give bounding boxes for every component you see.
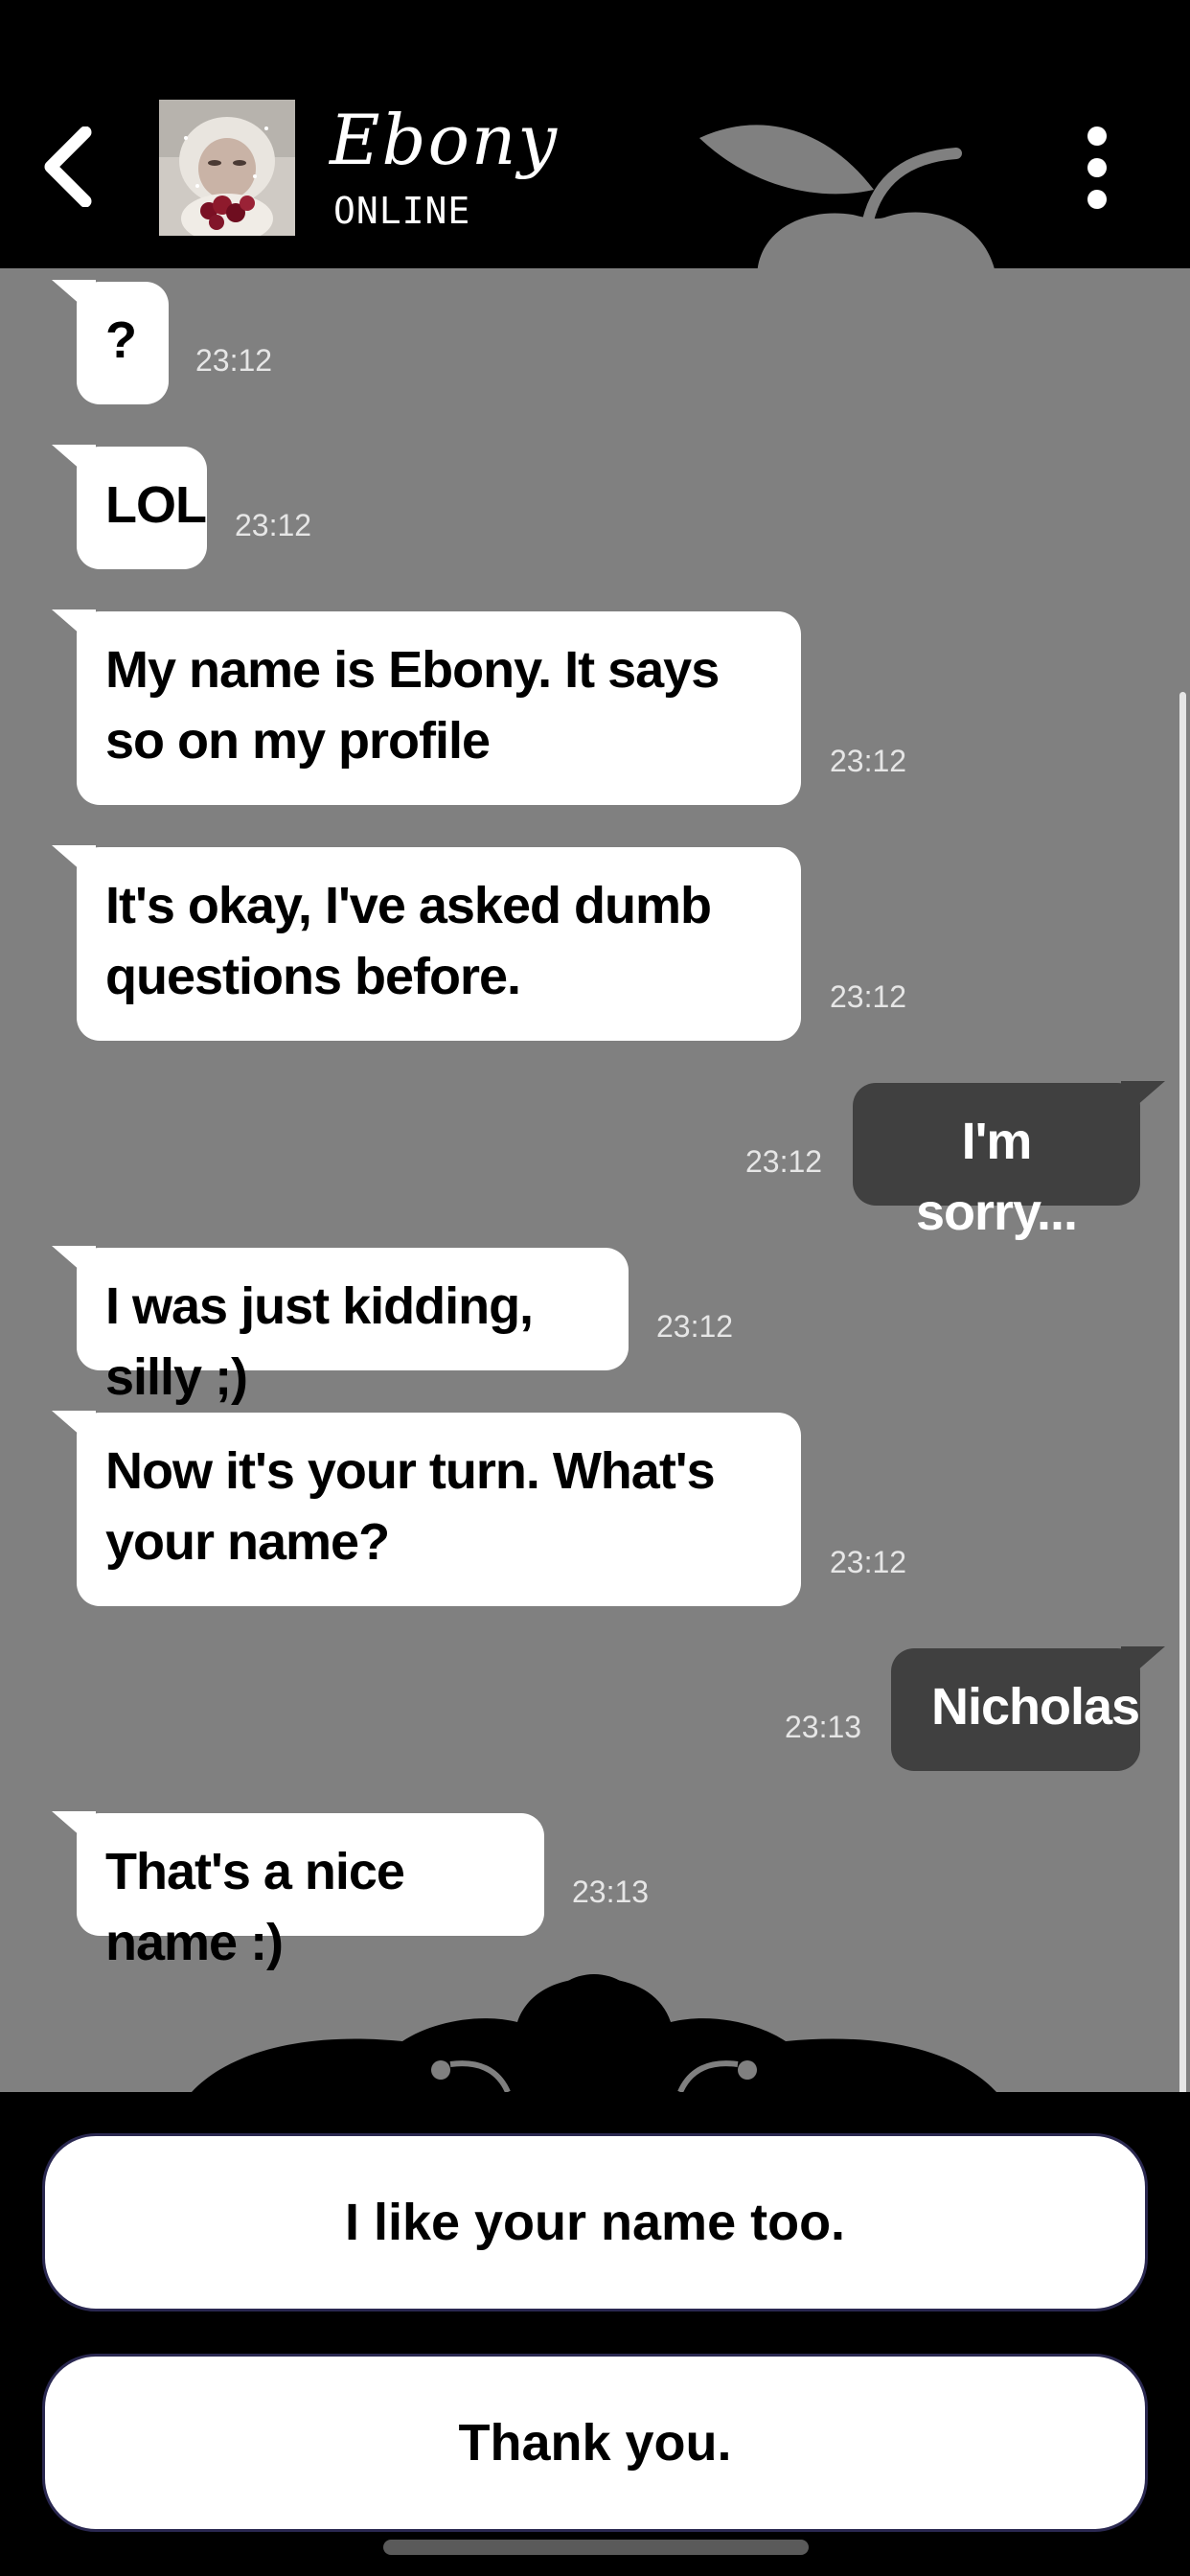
message-time: 23:13 bbox=[572, 1874, 650, 1909]
reply-option-button[interactable]: I like your name too. bbox=[42, 2133, 1148, 2312]
message-bubble-incoming[interactable]: That's a nice name :) bbox=[77, 1813, 544, 1971]
message-time: 23:12 bbox=[656, 1309, 734, 1344]
message-time: 23:12 bbox=[830, 979, 907, 1014]
message-text: Nicholas bbox=[931, 1678, 1140, 1736]
message-time: 23:12 bbox=[745, 1144, 823, 1179]
message-bubble-incoming[interactable]: LOL bbox=[77, 447, 207, 569]
reply-options: I like your name too. Thank you. bbox=[0, 2092, 1190, 2576]
reply-option-label: Thank you. bbox=[458, 2414, 732, 2472]
message-bubble-incoming[interactable]: Now it's your turn. What's your name? bbox=[77, 1413, 801, 1606]
message-bubble-outgoing[interactable]: I'm sorry... bbox=[853, 1083, 1140, 1241]
avatar-photo bbox=[159, 100, 295, 236]
contact-name: Ebony bbox=[330, 100, 560, 180]
message-bubble-outgoing[interactable]: Nicholas bbox=[891, 1648, 1140, 1771]
message-time: 23:12 bbox=[830, 744, 907, 778]
message-bubble-incoming[interactable]: I was just kidding, silly ;) bbox=[77, 1248, 629, 1406]
message-text: Now it's your turn. What's your name? bbox=[105, 1442, 716, 1571]
message-time: 23:13 bbox=[785, 1710, 862, 1744]
chat-screen: Ebony ONLINE ? 23:12 LOL 23:12 My name i… bbox=[0, 0, 1190, 2576]
avatar[interactable] bbox=[159, 100, 295, 236]
home-indicator[interactable] bbox=[383, 2540, 809, 2555]
message-text: It's okay, I've asked dumb questions bef… bbox=[105, 877, 712, 1005]
chat-header: Ebony ONLINE bbox=[0, 0, 1190, 268]
message-bubble-incoming[interactable]: ? bbox=[77, 282, 169, 404]
message-text: LOL bbox=[105, 476, 207, 534]
reply-option-label: I like your name too. bbox=[344, 2194, 846, 2251]
message-time: 23:12 bbox=[195, 343, 273, 378]
message-text: My name is Ebony. It says so on my profi… bbox=[105, 641, 720, 770]
message-bubble-incoming[interactable]: It's okay, I've asked dumb questions bef… bbox=[77, 847, 801, 1041]
chevron-left-icon bbox=[44, 126, 92, 207]
more-vertical-icon bbox=[1087, 126, 1107, 146]
reply-option-button[interactable]: Thank you. bbox=[42, 2354, 1148, 2532]
ornament-decoration-icon bbox=[192, 1974, 996, 2092]
message-bubble-incoming[interactable]: My name is Ebony. It says so on my profi… bbox=[77, 611, 801, 805]
message-text: I was just kidding, silly ;) bbox=[105, 1277, 534, 1406]
message-time: 23:12 bbox=[830, 1545, 907, 1579]
back-button[interactable] bbox=[34, 121, 102, 213]
more-options-button[interactable] bbox=[1073, 126, 1121, 209]
message-text: I'm sorry... bbox=[915, 1113, 1078, 1241]
scrollbar[interactable] bbox=[1179, 692, 1186, 2092]
message-time: 23:12 bbox=[235, 508, 312, 542]
message-text: That's a nice name :) bbox=[105, 1843, 405, 1971]
apple-decoration-icon bbox=[699, 125, 995, 268]
contact-status: ONLINE bbox=[333, 190, 471, 232]
message-list[interactable]: ? 23:12 LOL 23:12 My name is Ebony. It s… bbox=[0, 268, 1190, 2092]
message-text: ? bbox=[105, 311, 137, 369]
